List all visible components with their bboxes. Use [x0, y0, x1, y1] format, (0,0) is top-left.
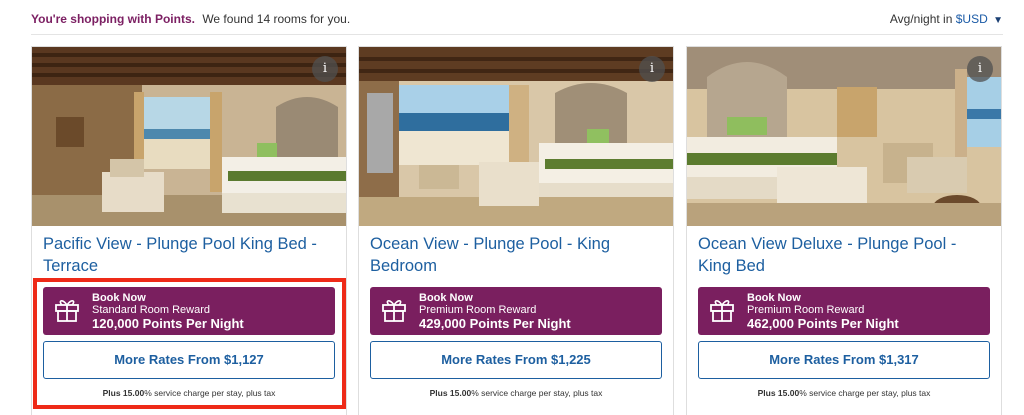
reward-points-label: 462,000 Points Per Night — [747, 316, 899, 331]
room-photo[interactable]: i — [32, 47, 346, 226]
room-title[interactable]: Pacific View - Plunge Pool King Bed - Te… — [43, 233, 338, 277]
service-charge-rate: Plus 15.00 — [757, 388, 800, 398]
info-icon[interactable]: i — [967, 56, 993, 82]
results-count-label: We found 14 rooms for you. — [202, 12, 351, 26]
room-title[interactable]: Ocean View - Plunge Pool - King Bedroom — [370, 233, 665, 277]
caret-down-icon[interactable]: ▼ — [993, 15, 1003, 26]
book-now-reward-button[interactable]: Book Now Standard Room Reward 120,000 Po… — [43, 287, 335, 335]
points-mode-label: You're shopping with Points. — [31, 12, 195, 26]
gift-icon — [55, 300, 79, 322]
room-photo[interactable]: i — [687, 47, 1001, 226]
avg-night-label: Avg/night in — [889, 12, 953, 26]
reward-type-label: Standard Room Reward — [92, 304, 211, 316]
service-charge-rate: Plus 15.00 — [429, 388, 472, 398]
service-charge-note: Plus 15.00% service charge per stay, plu… — [359, 388, 673, 398]
currency-selector[interactable]: Avg/night in $USD ▼ — [890, 12, 1003, 26]
room-card: i Pacific View - Plunge Pool King Bed - … — [31, 46, 347, 415]
info-icon[interactable]: i — [639, 56, 665, 82]
room-title[interactable]: Ocean View Deluxe - Plunge Pool - King B… — [698, 233, 993, 277]
info-icon[interactable]: i — [312, 56, 338, 82]
reward-type-label: Premium Room Reward — [419, 304, 537, 316]
service-charge-text: % service charge per stay, plus tax — [471, 388, 603, 398]
reward-points-label: 120,000 Points Per Night — [92, 316, 244, 331]
gift-icon — [382, 300, 406, 322]
book-now-reward-button[interactable]: Book Now Premium Room Reward 429,000 Poi… — [370, 287, 662, 335]
reward-cta-label: Book Now — [419, 292, 473, 304]
service-charge-rate: Plus 15.00 — [102, 388, 145, 398]
reward-type-label: Premium Room Reward — [747, 304, 865, 316]
more-rates-button[interactable]: More Rates From $1,127 — [43, 341, 335, 379]
reward-points-label: 429,000 Points Per Night — [419, 316, 571, 331]
more-rates-button[interactable]: More Rates From $1,317 — [698, 341, 990, 379]
service-charge-text: % service charge per stay, plus tax — [799, 388, 931, 398]
currency-value[interactable]: $USD — [956, 12, 988, 26]
room-card: i Ocean View - Plunge Pool - King Bedroo… — [358, 46, 674, 415]
book-now-reward-button[interactable]: Book Now Premium Room Reward 462,000 Poi… — [698, 287, 990, 335]
service-charge-note: Plus 15.00% service charge per stay, plu… — [32, 388, 346, 398]
reward-cta-label: Book Now — [747, 292, 801, 304]
service-charge-note: Plus 15.00% service charge per stay, plu… — [687, 388, 1001, 398]
reward-cta-label: Book Now — [92, 292, 146, 304]
more-rates-button[interactable]: More Rates From $1,225 — [370, 341, 662, 379]
room-photo[interactable]: i — [359, 47, 673, 226]
gift-icon — [710, 300, 734, 322]
header-divider — [31, 34, 1003, 35]
service-charge-text: % service charge per stay, plus tax — [144, 388, 276, 398]
results-header: You're shopping with Points. We found 14… — [31, 12, 1003, 28]
room-card: i Ocean View Deluxe - Plunge Pool - King… — [686, 46, 1002, 415]
